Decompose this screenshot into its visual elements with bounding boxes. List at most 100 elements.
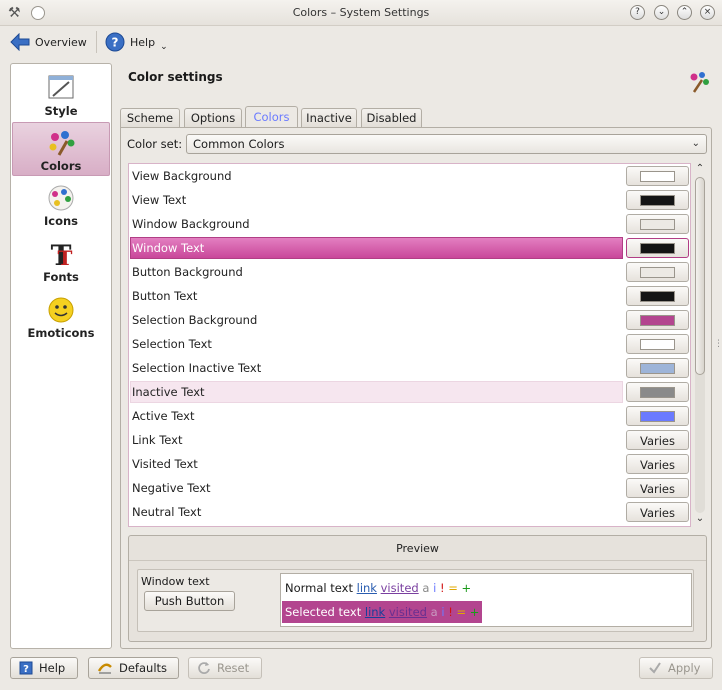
overview-label: Overview	[35, 35, 87, 49]
color-role-row[interactable]: Inactive Text	[129, 380, 690, 404]
preview-window-text: Window text	[141, 575, 210, 588]
toolbar: Overview ? Help ⌄	[0, 27, 722, 58]
color-role-name: Link Text	[132, 433, 183, 447]
color-role-name: Window Text	[132, 241, 205, 255]
color-picker-button[interactable]: Varies	[626, 454, 689, 474]
color-picker-button[interactable]	[626, 382, 689, 402]
color-picker-button[interactable]	[626, 310, 689, 330]
color-picker-button[interactable]	[626, 262, 689, 282]
selected-text: Selected text	[285, 605, 362, 619]
svg-text:?: ?	[23, 664, 29, 675]
scrollbar-thumb[interactable]	[695, 177, 705, 375]
title-bar: ⚒ Colors – System Settings ? ⌄ ⌃ ×	[0, 0, 722, 26]
close-icon[interactable]: ×	[700, 5, 715, 20]
color-picker-button[interactable]	[626, 238, 689, 258]
link-text[interactable]: link	[357, 581, 377, 595]
minimize-icon[interactable]: ⌄	[654, 5, 669, 20]
sidebar-item-label: Emoticons	[27, 326, 95, 340]
reset-icon	[198, 662, 210, 674]
tab-inactive[interactable]: Inactive	[301, 108, 357, 128]
color-role-row[interactable]: Link Text Varies	[129, 428, 690, 452]
tab-disabled[interactable]: Disabled	[361, 108, 422, 128]
apply-button[interactable]: Apply	[639, 657, 713, 679]
varies-label: Varies	[639, 506, 675, 520]
color-picker-button[interactable]	[626, 358, 689, 378]
tab-colors[interactable]: Colors	[245, 106, 298, 128]
varies-label: Varies	[639, 434, 675, 448]
splitter-grip-icon[interactable]: ⋮	[714, 339, 722, 349]
color-role-name: Selection Text	[132, 337, 212, 351]
preview-selected-line: Selected text link visited a i ! = +	[282, 601, 483, 623]
help-button[interactable]: ? Help	[10, 657, 78, 679]
color-swatch	[640, 195, 675, 206]
link-text[interactable]: link	[365, 605, 385, 619]
sidebar-item-style[interactable]: Style	[12, 68, 110, 122]
toolbar-separator	[96, 31, 97, 53]
sidebar-item-icons[interactable]: Icons	[12, 178, 110, 232]
help-icon: ?	[19, 661, 33, 675]
color-role-row[interactable]: Button Background	[129, 260, 690, 284]
color-role-row[interactable]: Selection Text	[129, 332, 690, 356]
button-bar: ? Help Defaults Reset Apply	[0, 654, 722, 690]
help-menu-button[interactable]: ? Help ⌄	[105, 30, 168, 54]
color-picker-button[interactable]	[626, 334, 689, 354]
color-role-row[interactable]: Neutral Text Varies	[129, 500, 690, 524]
color-picker-button[interactable]	[626, 214, 689, 234]
color-role-row[interactable]: Negative Text Varies	[129, 476, 690, 500]
colors-icon	[49, 131, 75, 156]
page-title: Color settings	[128, 70, 223, 84]
color-picker-button[interactable]	[626, 190, 689, 210]
sidebar-item-label: Icons	[43, 214, 79, 228]
color-role-row[interactable]: Active Text	[129, 404, 690, 428]
color-role-row[interactable]: View Text	[129, 188, 690, 212]
context-help-icon[interactable]: ?	[630, 5, 645, 20]
visited-text[interactable]: visited	[381, 581, 419, 595]
sidebar-item-fonts[interactable]: TT Fonts	[12, 234, 110, 288]
inactive-sample: a	[422, 581, 430, 595]
color-roles-list: View Background View Text Window Backgroun…	[128, 163, 691, 527]
color-role-row[interactable]: Selection Inactive Text	[129, 356, 690, 380]
sidebar: Style Colors Icons TT Fonts Emoticons	[10, 63, 112, 649]
color-role-name: Window Background	[132, 217, 250, 231]
active-sample: i	[433, 581, 437, 595]
preview-push-button[interactable]: Push Button	[144, 591, 235, 611]
smiley-icon	[48, 297, 74, 323]
tab-options[interactable]: Options	[184, 108, 242, 128]
reset-button[interactable]: Reset	[188, 657, 262, 679]
sidebar-item-colors[interactable]: Colors	[12, 122, 110, 176]
tab-scheme[interactable]: Scheme	[120, 108, 180, 128]
color-picker-button[interactable]	[626, 166, 689, 186]
color-swatch	[640, 219, 675, 230]
color-role-row[interactable]: View Background	[129, 164, 690, 188]
preview-title: Preview	[396, 542, 439, 555]
color-role-row[interactable]: Visited Text Varies	[129, 452, 690, 476]
varies-label: Varies	[639, 458, 675, 472]
maximize-icon[interactable]: ⌃	[677, 5, 692, 20]
defaults-button[interactable]: Defaults	[88, 657, 179, 679]
scroll-down-icon[interactable]: ⌄	[693, 513, 707, 527]
color-picker-button[interactable]: Varies	[626, 430, 689, 450]
color-role-row[interactable]: Selection Background	[129, 308, 690, 332]
color-picker-button[interactable]	[626, 406, 689, 426]
visited-text[interactable]: visited	[389, 605, 427, 619]
color-set-select[interactable]: Common Colors ⌄	[186, 134, 707, 154]
defaults-icon	[97, 663, 112, 674]
apply-button-label: Apply	[668, 661, 701, 675]
normal-text: Normal text	[285, 581, 353, 595]
color-role-name: View Text	[132, 193, 187, 207]
scroll-up-icon[interactable]: ⌃	[693, 163, 707, 177]
color-role-name: View Background	[132, 169, 232, 183]
list-scrollbar[interactable]: ⌃ ⌄	[693, 163, 707, 527]
color-role-row[interactable]: Window Background	[129, 212, 690, 236]
overview-button[interactable]: Overview	[10, 30, 87, 54]
neutral-sample: =	[456, 605, 467, 619]
color-role-row[interactable]: Button Text	[129, 284, 690, 308]
color-picker-button[interactable]: Varies	[626, 478, 689, 498]
color-picker-button[interactable]	[626, 286, 689, 306]
sidebar-item-emoticons[interactable]: Emoticons	[12, 290, 110, 344]
inactive-sample: a	[430, 605, 438, 619]
positive-sample: +	[461, 581, 472, 595]
color-role-name: Selection Inactive Text	[132, 361, 262, 375]
color-picker-button[interactable]: Varies	[626, 502, 689, 522]
color-role-row[interactable]: Window Text	[129, 236, 690, 260]
